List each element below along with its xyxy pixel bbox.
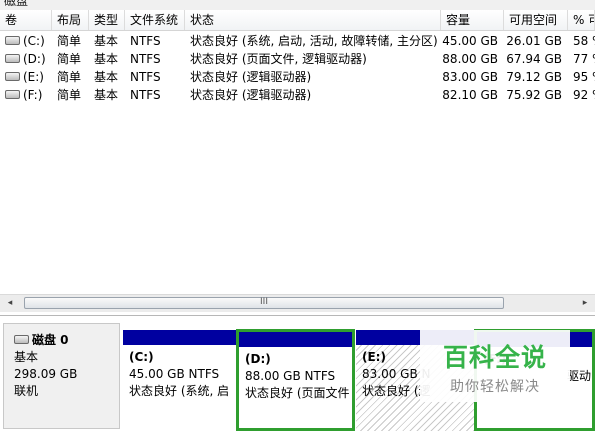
volume-percent-free: 77 % [573, 52, 595, 66]
disk-type: 基本 [14, 350, 39, 364]
partition-status: 状态良好 (系统, 启 [129, 384, 230, 398]
volume-layout: 简单 [57, 34, 82, 48]
volume-name: (F:) [23, 88, 43, 102]
volume-status: 状态良好 (页面文件, 逻辑驱动器) [190, 52, 367, 66]
table-row[interactable]: (F:) 简单 基本 NTFS 状态良好 (逻辑驱动器) 82.10 GB 75… [0, 86, 595, 104]
volume-percent-free: 95 % [573, 70, 595, 84]
volume-percent-free: 92 % [573, 88, 595, 102]
volume-filesystem: NTFS [130, 70, 161, 84]
volume-filesystem: NTFS [130, 52, 161, 66]
drive-icon [5, 72, 20, 81]
scroll-grip-icon: III [260, 297, 268, 307]
volume-percent-free: 58 % [573, 34, 595, 48]
partition-size: 88.00 GB NTFS [245, 369, 336, 383]
scroll-right-arrow-icon[interactable]: ▸ [578, 297, 592, 310]
disk-title: 磁盘 0 [32, 333, 69, 347]
volume-capacity: 82.10 GB [442, 88, 498, 102]
table-row[interactable]: (C:) 简单 基本 NTFS 状态良好 (系统, 启动, 活动, 故障转储, … [0, 32, 595, 50]
table-row[interactable]: (E:) 简单 基本 NTFS 状态良好 (逻辑驱动器) 83.00 GB 79… [0, 68, 595, 86]
scroll-thumb[interactable]: III [24, 297, 504, 309]
volume-type: 基本 [94, 70, 119, 84]
column-header-filesystem[interactable]: 文件系统 [125, 10, 185, 30]
disk-state: 联机 [14, 384, 39, 398]
column-header-capacity[interactable]: 容量 [441, 10, 504, 30]
partition-status: 状态良好 (页面文件 [245, 386, 350, 400]
partition-bar [239, 332, 352, 347]
column-header-volume[interactable]: 卷 [0, 10, 52, 30]
partition-bar [123, 330, 236, 345]
disk-size: 298.09 GB [14, 367, 78, 381]
column-header-status[interactable]: 状态 [185, 10, 441, 30]
partition-c[interactable]: (C:) 45.00 GB NTFS 状态良好 (系统, 启 [123, 330, 236, 431]
column-header-type[interactable]: 类型 [89, 10, 125, 30]
column-header-free-space[interactable]: 可用空间 [504, 10, 568, 30]
volume-capacity: 45.00 GB [442, 34, 498, 48]
volume-free-space: 79.12 GB [506, 70, 562, 84]
volume-type: 基本 [94, 34, 119, 48]
volume-type: 基本 [94, 88, 119, 102]
volume-capacity: 83.00 GB [442, 70, 498, 84]
volume-name: (E:) [23, 70, 44, 84]
volume-status: 状态良好 (逻辑驱动器) [190, 70, 312, 84]
disk-icon [14, 335, 29, 344]
partition-name: (D:) [245, 352, 271, 366]
drive-icon [5, 90, 20, 99]
volume-type: 基本 [94, 52, 119, 66]
volume-layout: 简单 [57, 52, 82, 66]
drive-icon [5, 36, 20, 45]
top-strip: 磁盘 [0, 0, 595, 10]
disk-info-panel[interactable]: 磁盘 0 基本 298.09 GB 联机 [3, 323, 120, 429]
horizontal-scrollbar[interactable]: ◂ III ▸ [0, 294, 595, 312]
volume-filesystem: NTFS [130, 88, 161, 102]
volume-free-space: 75.92 GB [506, 88, 562, 102]
volume-list-pane: 卷 布局 类型 文件系统 状态 容量 可用空间 % 可 (C:) 简单 基本 N… [0, 10, 595, 316]
column-header-layout[interactable]: 布局 [52, 10, 89, 30]
volume-layout: 简单 [57, 88, 82, 102]
volume-filesystem: NTFS [130, 34, 161, 48]
partition-name: (C:) [129, 350, 154, 364]
partition-d[interactable]: (D:) 88.00 GB NTFS 状态良好 (页面文件 [236, 329, 355, 431]
column-header-row: 卷 布局 类型 文件系统 状态 容量 可用空间 % 可 [0, 10, 595, 31]
volume-status: 状态良好 (逻辑驱动器) [190, 88, 312, 102]
table-row[interactable]: (D:) 简单 基本 NTFS 状态良好 (页面文件, 逻辑驱动器) 88.00… [0, 50, 595, 68]
watermark-logo: 百科全说 助你轻松解决 [420, 330, 570, 402]
top-strip-text: 磁盘 [4, 0, 29, 8]
volume-rows: (C:) 简单 基本 NTFS 状态良好 (系统, 启动, 活动, 故障转储, … [0, 32, 595, 104]
volume-capacity: 88.00 GB [442, 52, 498, 66]
volume-free-space: 26.01 GB [506, 34, 562, 48]
partition-size: 45.00 GB NTFS [129, 367, 220, 381]
volume-name: (C:) [23, 34, 45, 48]
volume-name: (D:) [23, 52, 46, 66]
volume-status: 状态良好 (系统, 启动, 活动, 故障转储, 主分区) [190, 34, 438, 48]
volume-free-space: 67.94 GB [506, 52, 562, 66]
column-header-percent-free[interactable]: % 可 [568, 10, 595, 30]
drive-icon [5, 54, 20, 63]
watermark-title: 百科全说 [442, 343, 547, 372]
volume-layout: 简单 [57, 70, 82, 84]
scroll-left-arrow-icon[interactable]: ◂ [3, 297, 17, 310]
watermark-subtitle: 助你轻松解决 [450, 379, 540, 395]
